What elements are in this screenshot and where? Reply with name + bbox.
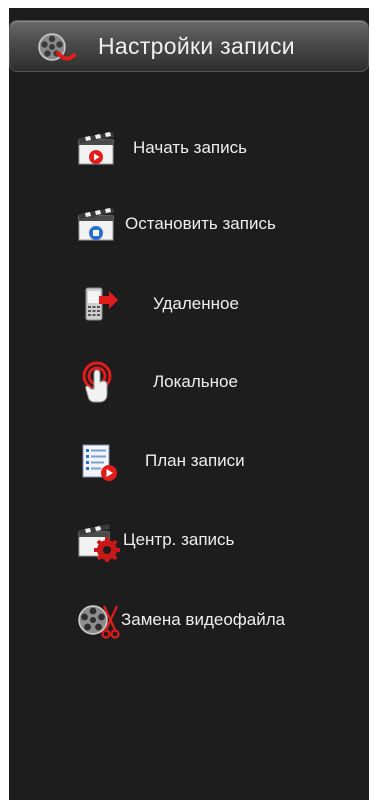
clapper-stop-icon [78, 208, 114, 241]
phone-remote-icon [85, 287, 118, 321]
menu-item-stop-record[interactable]: Остановить запись [77, 196, 276, 252]
menu-item-local[interactable]: Локальное [77, 354, 238, 410]
clapper-record-icon [78, 132, 114, 165]
menu-item-label: Замена видеофайла [121, 610, 286, 629]
menu-item-label: Остановить запись [125, 214, 276, 233]
film-reel-cut-icon [78, 605, 120, 639]
menu-item-remote[interactable]: Удаленное [77, 276, 239, 332]
panel-title: Настройки записи [98, 33, 295, 59]
film-reel-record-icon [38, 33, 76, 61]
record-settings-panel: Настройки записи Начать запись Остановит… [9, 8, 369, 800]
menu-item-label: Удаленное [153, 294, 239, 313]
schedule-list-icon [82, 444, 117, 481]
menu-item-start-record[interactable]: Начать запись [77, 120, 247, 176]
menu-item-label: План записи [145, 451, 245, 470]
panel-header[interactable]: Настройки записи [9, 20, 369, 72]
menu-item-label: Локальное [153, 372, 238, 391]
menu-item-label: Начать запись [133, 138, 247, 157]
menu-item-schedule[interactable]: План записи [77, 433, 245, 489]
menu-item-central-record[interactable]: Центр. запись [77, 512, 234, 568]
menu-item-replace-video[interactable]: Замена видеофайла [77, 592, 285, 648]
clapper-gear-icon [78, 524, 120, 562]
menu-item-label: Центр. запись [123, 530, 235, 549]
hand-touch-icon [82, 361, 112, 403]
